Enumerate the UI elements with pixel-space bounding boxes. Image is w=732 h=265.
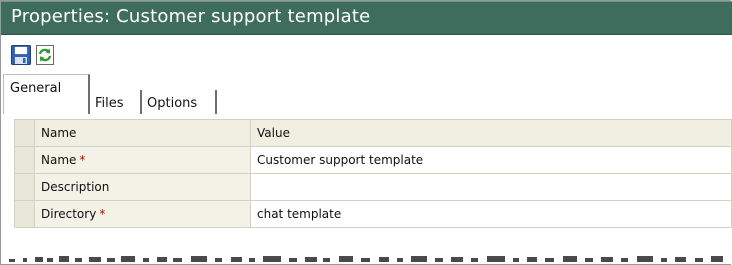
cut-off-content <box>9 256 723 262</box>
column-header-name: Name <box>34 119 251 147</box>
row-header-cell <box>14 200 35 228</box>
tab-files[interactable]: Files <box>95 90 142 114</box>
save-icon[interactable] <box>11 45 31 65</box>
table-header-row: Name Value <box>14 119 732 147</box>
row-header-cell <box>14 119 35 147</box>
table-row[interactable]: Description <box>14 173 732 201</box>
tab-options-label: Options <box>147 96 198 111</box>
column-header-value: Value <box>250 119 732 147</box>
property-name: Name <box>41 153 77 167</box>
property-name: Description <box>41 180 110 194</box>
property-name-cell: Name * <box>34 146 251 174</box>
property-value-cell[interactable]: chat template <box>250 200 732 228</box>
refresh-icon[interactable] <box>35 45 55 65</box>
table-row[interactable]: Directory * chat template <box>14 200 732 228</box>
title-bar: Properties: Customer support template <box>1 1 732 35</box>
window-title: Properties: Customer support template <box>11 6 371 27</box>
tab-strip: General Files Options <box>1 70 732 114</box>
required-marker: * <box>79 153 86 167</box>
tab-general-label: General <box>10 81 62 96</box>
required-marker: * <box>99 207 106 221</box>
property-value-cell[interactable] <box>250 173 732 201</box>
table-row[interactable]: Name * Customer support template <box>14 146 732 174</box>
property-name-cell: Description <box>34 173 251 201</box>
row-header-cell <box>14 146 35 174</box>
property-name-cell: Directory * <box>34 200 251 228</box>
property-value-cell[interactable]: Customer support template <box>250 146 732 174</box>
row-header-cell <box>14 173 35 201</box>
properties-table: Name Value Name * Customer support templa… <box>14 119 732 228</box>
tab-general[interactable]: General <box>3 74 90 114</box>
tab-options[interactable]: Options <box>147 90 217 114</box>
property-name: Directory <box>41 207 97 221</box>
tab-files-label: Files <box>95 96 124 111</box>
